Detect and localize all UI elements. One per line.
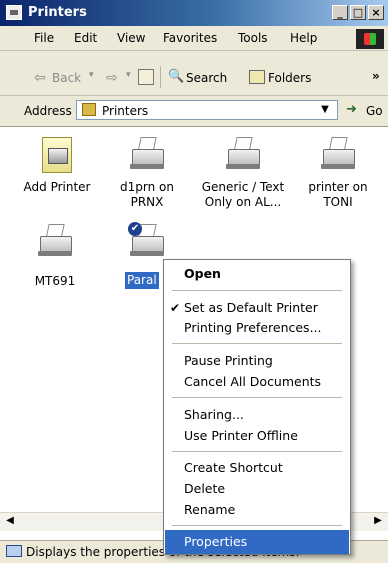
menu-item-delete[interactable]: Delete xyxy=(184,481,225,496)
folders-button[interactable]: Folders xyxy=(268,71,311,85)
address-label: Address xyxy=(24,104,72,118)
menu-item-sharing[interactable]: Sharing... xyxy=(184,407,244,422)
printer-icon[interactable] xyxy=(319,135,357,173)
back-button[interactable]: Back xyxy=(52,71,81,85)
printer-icon[interactable] xyxy=(224,135,262,173)
menu-tools[interactable]: Tools xyxy=(238,31,268,45)
up-folder-icon[interactable] xyxy=(138,69,154,85)
menu-separator xyxy=(172,397,342,398)
menu-file[interactable]: File xyxy=(34,31,54,45)
address-dropdown-icon[interactable]: ▼ xyxy=(315,102,335,118)
search-button[interactable]: Search xyxy=(186,71,227,85)
forward-arrow-icon[interactable]: ⇨ xyxy=(106,70,118,86)
menu-help[interactable]: Help xyxy=(290,31,317,45)
toolbar-overflow-button[interactable]: » xyxy=(372,69,380,83)
add-printer-icon[interactable] xyxy=(42,137,72,173)
menu-item-set-default[interactable]: Set as Default Printer xyxy=(184,300,318,315)
menu-item-create-shortcut[interactable]: Create Shortcut xyxy=(184,460,283,475)
menu-item-printing-preferences[interactable]: Printing Preferences... xyxy=(184,320,322,335)
printer-item-label[interactable]: printer on TONI xyxy=(295,180,381,210)
menu-favorites[interactable]: Favorites xyxy=(163,31,217,45)
checkmark-icon: ✔ xyxy=(170,301,181,315)
window-title: Printers xyxy=(28,5,87,20)
go-button[interactable]: Go xyxy=(366,104,383,118)
default-printer-icon[interactable]: ✔ xyxy=(128,222,166,260)
forward-dropdown-icon[interactable]: ▾ xyxy=(126,70,131,80)
printer-item-label[interactable]: d1prn on PRNX xyxy=(104,180,190,210)
scroll-right-button[interactable]: ▶ xyxy=(370,514,386,528)
menu-item-open[interactable]: Open xyxy=(184,266,221,281)
address-value: Printers xyxy=(102,104,149,118)
menu-separator xyxy=(172,290,342,291)
go-arrow-icon[interactable]: ➜ xyxy=(346,103,362,117)
back-arrow-icon[interactable]: ⇦ xyxy=(34,70,46,86)
properties-icon xyxy=(6,545,22,557)
printer-item-label[interactable]: Generic / Text Only on AL... xyxy=(200,180,286,210)
printer-icon[interactable] xyxy=(36,222,74,260)
folders-icon[interactable] xyxy=(249,70,265,84)
printer-item-label-selected[interactable]: Paral xyxy=(125,272,159,289)
menu-item-pause-printing[interactable]: Pause Printing xyxy=(184,353,273,368)
back-dropdown-icon[interactable]: ▾ xyxy=(89,70,94,80)
menu-separator xyxy=(172,451,342,452)
menu-separator xyxy=(172,525,342,526)
menu-item-cancel-all[interactable]: Cancel All Documents xyxy=(184,374,321,389)
search-icon[interactable]: 🔍 xyxy=(168,69,184,84)
menu-item-use-offline[interactable]: Use Printer Offline xyxy=(184,428,298,443)
close-button[interactable]: × xyxy=(368,5,384,20)
default-check-icon: ✔ xyxy=(128,222,142,236)
maximize-button[interactable]: □ xyxy=(350,5,366,20)
printer-item-label[interactable]: Add Printer xyxy=(14,180,100,195)
toolbar-separator xyxy=(160,66,161,88)
menu-item-rename[interactable]: Rename xyxy=(184,502,235,517)
printer-icon[interactable] xyxy=(128,135,166,173)
printers-folder-icon xyxy=(6,5,22,20)
scroll-left-button[interactable]: ◀ xyxy=(2,514,18,528)
menu-edit[interactable]: Edit xyxy=(74,31,97,45)
printer-item-label[interactable]: MT691 xyxy=(12,274,98,289)
windows-logo-icon xyxy=(356,29,384,49)
menu-item-properties[interactable]: Properties xyxy=(184,534,247,549)
minimize-button[interactable]: _ xyxy=(332,5,348,20)
printers-folder-icon xyxy=(82,103,96,116)
menu-view[interactable]: View xyxy=(117,31,145,45)
menu-separator xyxy=(172,343,342,344)
